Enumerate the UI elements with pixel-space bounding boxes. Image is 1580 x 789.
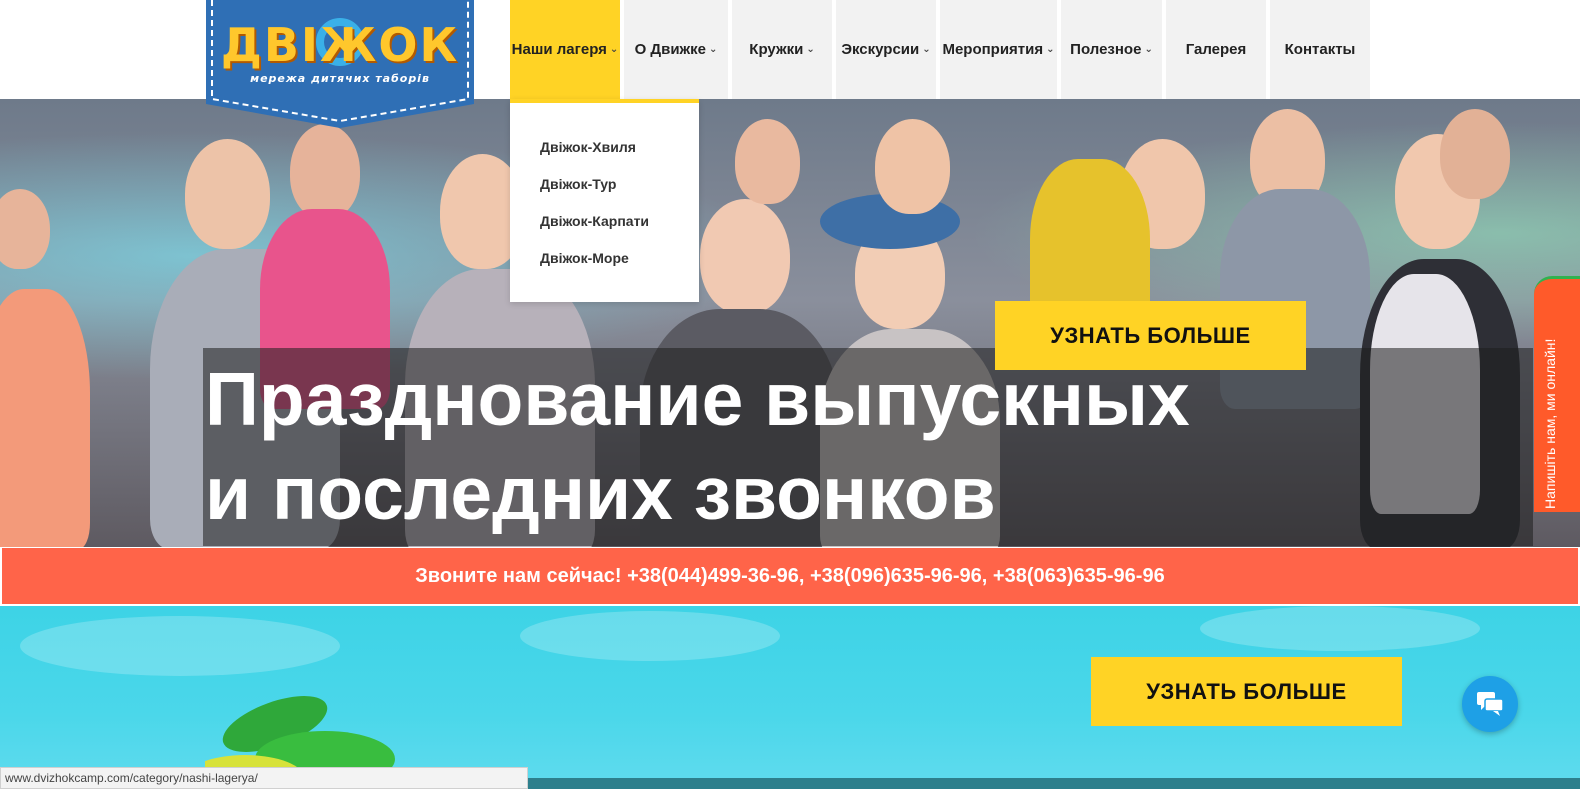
logo-wordmark: ДВІЖОК (220, 18, 460, 72)
nav-item-label: О Движке (634, 41, 707, 58)
cloud-decoration (520, 611, 780, 661)
nav-item-nashi-lagerya[interactable]: Наши лагеря ⌄ (510, 0, 620, 99)
nav-item-label: Галерея (1185, 41, 1247, 58)
nav-item-label: Кружки (749, 41, 804, 58)
logo-subtitle: мережа дитячих таборів (250, 72, 430, 85)
dropdown-item-dvizhok-khvylya[interactable]: Двіжок-Хвиля (510, 139, 699, 176)
page: ДВІЖОК мережа дитячих таборів Наши лагер… (0, 0, 1580, 789)
main-navigation: Наши лагеря ⌄ О Движке ⌄ Кружки ⌄ Экскурсии… (510, 0, 1374, 99)
nav-item-poleznoe[interactable]: Полезное ⌄ (1061, 0, 1162, 99)
cloud-decoration (1200, 606, 1480, 651)
nav-item-ekskursii[interactable]: Экскурсии ⌄ (836, 0, 936, 99)
chat-bubble-icon (1477, 692, 1504, 716)
chat-launcher-button[interactable] (1462, 676, 1518, 732)
dropdown-item-dvizhok-tur[interactable]: Двіжок-Тур (510, 176, 699, 213)
nav-item-o-dvizhke[interactable]: О Движке ⌄ (624, 0, 728, 99)
chevron-down-icon: ⌄ (806, 44, 815, 55)
chevron-down-icon: ⌄ (709, 44, 718, 55)
nav-dropdown-nashi-lagerya: Двіжок-Хвиля Двіжок-Тур Двіжок-Карпати Д… (510, 99, 699, 302)
nav-item-label: Полезное (1070, 41, 1142, 58)
nav-item-meropriyatiya[interactable]: Мероприятия ⌄ (940, 0, 1057, 99)
chevron-down-icon: ⌄ (1046, 44, 1055, 55)
chevron-down-icon: ⌄ (922, 44, 931, 55)
nav-item-label: Мероприятия (942, 41, 1044, 58)
nav-item-galereya[interactable]: Галерея (1166, 0, 1266, 99)
cloud-decoration (20, 616, 340, 676)
promo-learn-more-button[interactable]: УЗНАТЬ БОЛЬШЕ (1091, 657, 1402, 726)
online-chat-side-tab[interactable]: Напишіть нам, ми онлайн! (1534, 276, 1580, 512)
chevron-down-icon: ⌄ (609, 44, 619, 55)
chevron-down-icon: ⌄ (1144, 44, 1153, 55)
nav-item-kontakty[interactable]: Контакты (1270, 0, 1370, 99)
hero-title-line-2: и последних звонков (205, 451, 996, 535)
nav-item-label: Наши лагеря (511, 41, 607, 58)
side-tab-label: Напишіть нам, ми онлайн! (1542, 338, 1558, 509)
nav-item-label: Контакты (1284, 41, 1356, 58)
site-logo[interactable]: ДВІЖОК мережа дитячих таборів (206, 0, 474, 128)
hero-slider: УЗНАТЬ БОЛЬШЕ Празднование выпускных и п… (0, 99, 1580, 547)
promo-banner: УЗНАТЬ БОЛЬШЕ (0, 606, 1580, 789)
status-bar-url: www.dvizhokcamp.com/category/nashi-lager… (0, 767, 528, 789)
hero-learn-more-button[interactable]: УЗНАТЬ БОЛЬШЕ (995, 301, 1306, 370)
hero-title: Празднование выпускных и последних звонк… (203, 348, 1533, 546)
call-us-bar: Звоните нам сейчас! +38(044)499-36-96, +… (1, 547, 1579, 605)
nav-item-kruzhki[interactable]: Кружки ⌄ (732, 0, 832, 99)
dropdown-item-dvizhok-more[interactable]: Двіжок-Море (510, 250, 699, 287)
dropdown-item-dvizhok-karpaty[interactable]: Двіжок-Карпати (510, 213, 699, 250)
call-us-text[interactable]: Звоните нам сейчас! +38(044)499-36-96, +… (415, 565, 1164, 588)
hero-title-line-1: Празднование выпускных (205, 357, 1190, 441)
nav-item-label: Экскурсии (841, 41, 920, 58)
